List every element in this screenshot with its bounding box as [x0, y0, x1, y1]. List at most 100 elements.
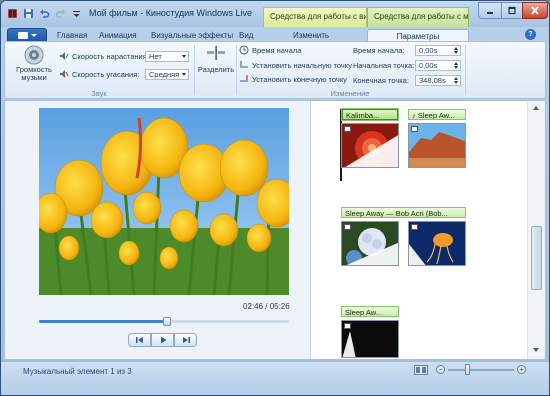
menu-icon — [17, 31, 28, 39]
zoom-handle[interactable] — [464, 364, 470, 375]
clip-marker-icon — [344, 126, 351, 132]
spinner-arrows-icon — [452, 46, 460, 55]
previous-frame-icon — [135, 337, 143, 343]
seek-handle[interactable] — [162, 317, 171, 326]
end-point-value: 348,08s — [419, 76, 446, 85]
ribbon-tabs: Главная Анимация Визуальные эффекты Вид … — [1, 27, 549, 42]
redo-icon[interactable] — [53, 7, 67, 20]
group-separator — [236, 45, 237, 95]
clip-desert[interactable] — [408, 123, 466, 168]
fade-in-select[interactable]: Нет — [145, 51, 189, 62]
minimize-button[interactable] — [478, 2, 502, 19]
preview-pane: 02:46 / 05:26 — [5, 101, 311, 359]
minimize-icon — [487, 12, 493, 14]
tulips-image — [39, 108, 289, 295]
chevron-down-icon — [179, 52, 188, 61]
app-icon[interactable] — [5, 7, 19, 20]
group-separator — [465, 45, 466, 95]
main-area: 02:46 / 05:26 Kalimba... ♪ Sleep Aw... S… — [4, 100, 546, 360]
music-item-sleep-away-full[interactable]: Sleep Away — Bob Acri (Bob... — [341, 207, 466, 218]
clip-chrysanthemum[interactable] — [341, 123, 399, 168]
context-tab-video-tools[interactable]: Средства для работы с видео — [263, 7, 367, 27]
app-menu-button[interactable] — [7, 28, 47, 42]
music-item-sleep-away-2[interactable]: Sleep Aw... — [341, 306, 399, 317]
next-frame-button[interactable] — [174, 333, 197, 347]
group-label-sound: Звук — [91, 89, 107, 98]
save-icon[interactable] — [21, 7, 35, 20]
start-time-label: Время начала — [252, 45, 302, 55]
clip-marker-icon — [411, 224, 418, 230]
fade-out-label: Скорость угасания: — [72, 69, 140, 79]
fade-out-select[interactable]: Средняя — [145, 69, 189, 80]
storyboard-scrollbar[interactable] — [527, 101, 545, 359]
music-item-label: Sleep Aw... — [417, 111, 455, 120]
group-separator — [194, 45, 195, 95]
seek-bar[interactable] — [39, 317, 289, 326]
clip-jellyfish[interactable] — [408, 221, 466, 266]
thumbnail-size-icon[interactable] — [414, 365, 428, 375]
clip-marker-icon — [411, 126, 418, 132]
play-icon — [160, 336, 166, 344]
start-time-button[interactable]: Время начала — [239, 45, 301, 55]
start-point-value: 0,00s — [419, 61, 438, 70]
scroll-thumb[interactable] — [531, 226, 542, 290]
spinner-arrows-icon — [452, 76, 460, 85]
fade-in-value: Нет — [149, 52, 162, 61]
play-button[interactable] — [151, 333, 174, 347]
music-volume-button[interactable]: Громкость музыки — [16, 45, 52, 85]
seek-progress — [39, 320, 167, 323]
status-text: Музыкальный элемент 1 из 3 — [23, 367, 132, 376]
end-point-spinner[interactable]: 348,08s — [415, 75, 461, 86]
zoom-in-button[interactable]: + — [517, 365, 526, 374]
start-point-spinner[interactable]: 0,00s — [415, 60, 461, 71]
zoom-slider[interactable] — [448, 364, 514, 375]
scroll-down-icon[interactable] — [533, 348, 539, 352]
close-button[interactable] — [522, 2, 548, 19]
video-preview[interactable] — [39, 108, 289, 295]
fade-out-icon — [60, 70, 69, 78]
context-tab-music-tools[interactable]: Средства для работы с музыкой — [367, 7, 469, 27]
clip-marker-icon — [344, 323, 351, 329]
timecode: 02:46 / 05:26 — [243, 302, 290, 311]
split-button[interactable]: Разделить — [197, 45, 235, 85]
music-volume-label: Громкость музыки — [16, 65, 52, 82]
set-start-point-icon — [240, 61, 248, 68]
start-time-spinner[interactable]: 0,00s — [415, 45, 461, 56]
status-bar: Музыкальный элемент 1 из 3 − + — [1, 362, 549, 395]
window-title: Мой фильм - Киностудия Windows Live — [89, 8, 253, 18]
zoom-out-button[interactable]: − — [436, 365, 445, 374]
end-point-field-label: Конечная точка: — [353, 76, 409, 85]
fade-out-row: Скорость угасания: — [59, 69, 139, 79]
maximize-button[interactable] — [501, 2, 523, 19]
undo-icon[interactable] — [37, 7, 51, 20]
music-item-kalimba[interactable]: Kalimba... — [342, 109, 398, 120]
split-label: Разделить — [197, 65, 235, 74]
set-start-point-button[interactable]: Установить начальную точку — [239, 60, 352, 70]
speaker-icon — [24, 45, 44, 65]
storyboard: Kalimba... ♪ Sleep Aw... Sleep Away — Bo… — [312, 101, 527, 359]
previous-frame-button[interactable] — [128, 333, 151, 347]
clip-marker-icon — [344, 224, 351, 230]
start-point-field-label: Начальная точка: — [353, 61, 415, 70]
fade-in-label: Скорость нарастания: — [72, 51, 149, 61]
app-window: Мой фильм - Киностудия Windows Live Сред… — [0, 0, 550, 396]
title-bar: Мой фильм - Киностудия Windows Live Сред… — [1, 1, 549, 27]
scroll-up-icon[interactable] — [533, 106, 539, 110]
clock-icon — [239, 45, 249, 55]
close-icon — [531, 6, 539, 15]
clip-hydrangeas[interactable] — [341, 221, 399, 266]
maximize-icon — [508, 6, 516, 15]
fade-in-row: Скорость нарастания: — [59, 51, 149, 61]
clip-koala[interactable] — [341, 320, 399, 358]
split-icon — [207, 46, 225, 60]
customize-qat-icon[interactable] — [69, 7, 83, 20]
spinner-arrows-icon — [452, 61, 460, 70]
fade-out-value: Средняя — [149, 70, 180, 79]
set-end-point-button[interactable]: Установить конечную точку — [239, 74, 347, 84]
help-icon[interactable]: ? — [525, 29, 536, 40]
start-time-value: 0,00s — [419, 46, 438, 55]
music-item-sleep-away[interactable]: ♪ Sleep Aw... — [408, 109, 466, 120]
ribbon-panel: Громкость музыки Скорость нарастания: Не… — [4, 41, 546, 99]
set-start-point-label: Установить начальную точку — [252, 60, 352, 70]
start-time-field-label: Время начала: — [353, 46, 405, 55]
